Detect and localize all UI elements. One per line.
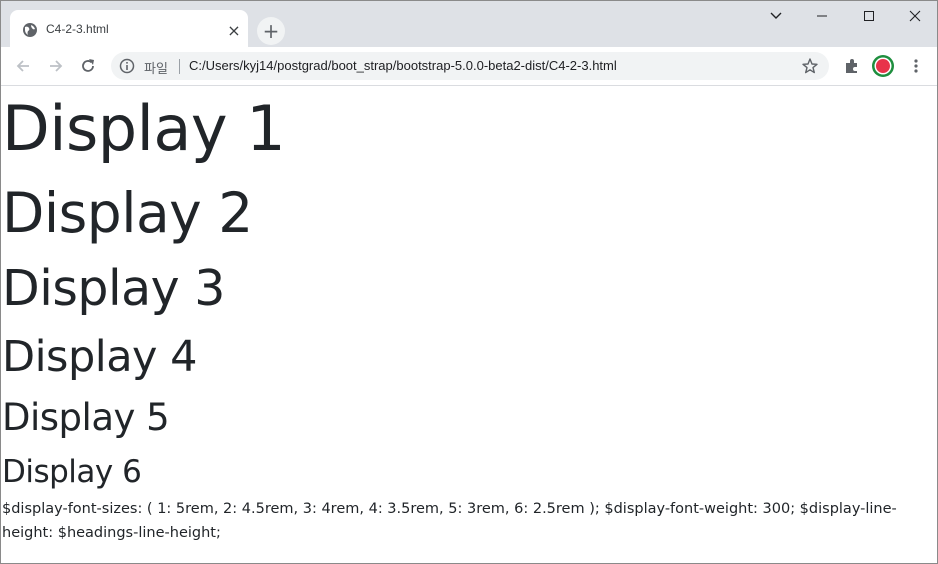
tab-search-button[interactable] xyxy=(753,5,799,27)
forward-button[interactable] xyxy=(44,54,68,78)
arrow-left-icon xyxy=(16,60,29,72)
close-icon xyxy=(909,10,921,22)
close-window-button[interactable] xyxy=(892,5,938,27)
url-text[interactable]: C:/Users/kyj14/postgrad/boot_strap/boots… xyxy=(189,58,617,73)
sass-variables-note: $display-font-sizes: ( 1: 5rem, 2: 4.5re… xyxy=(2,501,897,541)
title-bar: C4-2-3.html × + xyxy=(1,1,937,47)
display-3-heading: Display 3 xyxy=(2,260,225,317)
browser-tab[interactable]: C4-2-3.html × xyxy=(10,10,248,47)
info-icon[interactable] xyxy=(119,58,135,74)
tab-close-icon[interactable]: × xyxy=(224,20,244,40)
puzzle-icon xyxy=(846,59,857,73)
profile-button[interactable] xyxy=(871,54,895,78)
maximize-button[interactable] xyxy=(846,5,892,27)
display-2-heading: Display 2 xyxy=(2,181,253,245)
arrow-right-icon xyxy=(50,60,63,72)
extensions-button[interactable] xyxy=(840,54,864,78)
avatar-icon xyxy=(872,55,894,77)
display-4-heading: Display 4 xyxy=(2,332,198,382)
display-5-heading: Display 5 xyxy=(2,396,170,439)
omnibox-divider xyxy=(179,59,180,74)
plus-icon: + xyxy=(262,19,280,43)
kebab-menu-icon xyxy=(914,59,918,73)
reload-icon xyxy=(82,59,94,72)
scheme-label: 파일 xyxy=(144,62,168,77)
minimize-button[interactable] xyxy=(799,5,845,27)
address-bar[interactable]: 파일 C:/Users/kyj14/postgrad/boot_strap/bo… xyxy=(111,52,829,80)
chevron-down-icon xyxy=(770,12,782,19)
back-button[interactable] xyxy=(11,54,35,78)
display-1-heading: Display 1 xyxy=(2,92,286,165)
minimize-icon xyxy=(817,15,827,17)
display-6-heading: Display 6 xyxy=(2,454,142,490)
menu-button[interactable] xyxy=(904,54,928,78)
reload-button[interactable] xyxy=(76,54,100,78)
maximize-icon xyxy=(864,11,874,21)
toolbar: 파일 C:/Users/kyj14/postgrad/boot_strap/bo… xyxy=(1,47,937,86)
tab-title: C4-2-3.html xyxy=(46,22,109,36)
page-content: Display 1 Display 2 Display 3 Display 4 … xyxy=(2,85,936,563)
star-icon[interactable] xyxy=(801,57,819,75)
globe-icon xyxy=(22,22,38,38)
new-tab-button[interactable]: + xyxy=(257,17,285,45)
